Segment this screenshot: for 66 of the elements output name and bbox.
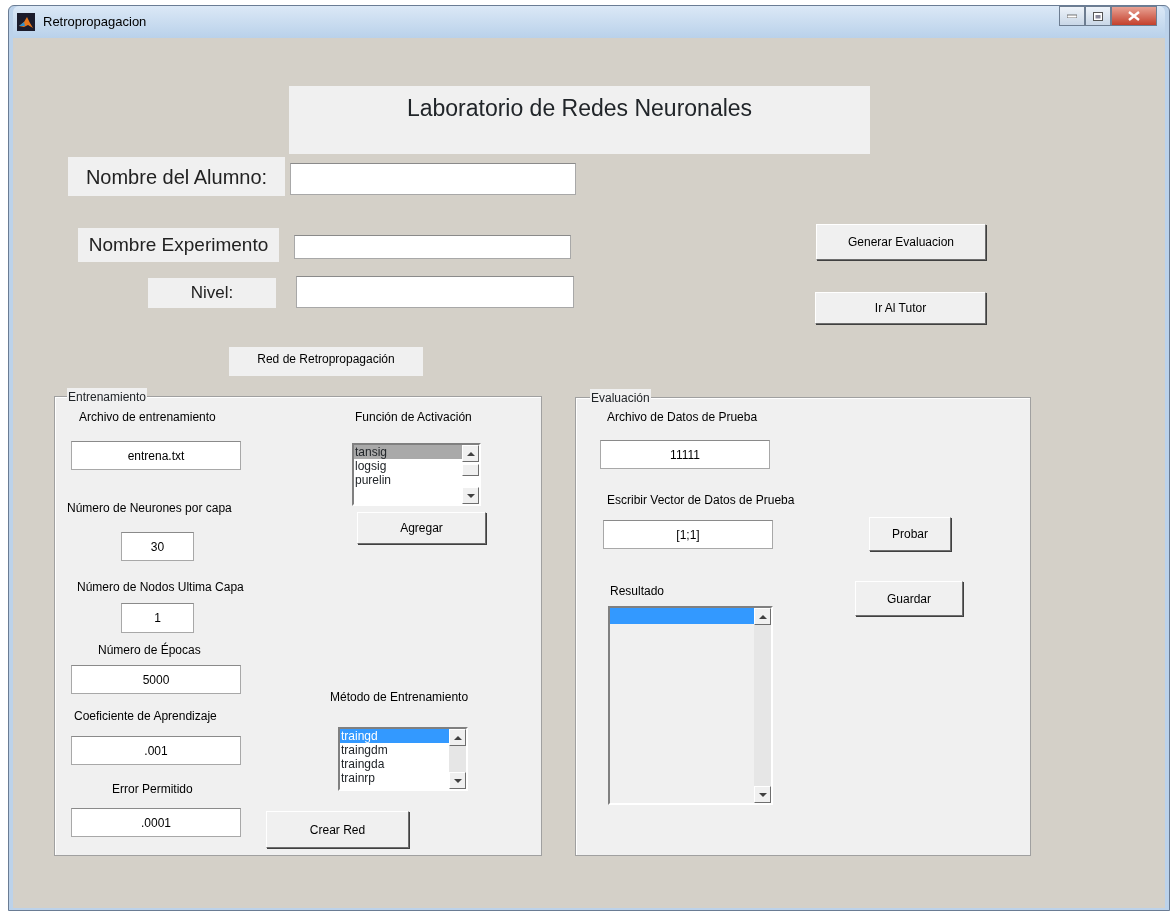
scroll-down-button[interactable]: [449, 772, 466, 789]
scroll-up-button[interactable]: [449, 729, 466, 746]
scroll-bar[interactable]: [449, 729, 466, 789]
scroll-thumb[interactable]: [462, 464, 479, 476]
field-label: Número de Épocas: [98, 641, 201, 659]
arrow-down-icon: [453, 778, 462, 783]
scroll-bar[interactable]: [462, 445, 479, 504]
field-label: Archivo de entrenamiento: [79, 409, 216, 426]
push-button[interactable]: Ir Al Tutor: [815, 292, 986, 324]
list-item[interactable]: trainrp: [340, 771, 449, 785]
arrow-up-icon: [758, 614, 767, 619]
scroll-down-button[interactable]: [462, 487, 479, 504]
arrow-up-icon: [466, 451, 475, 456]
close-icon: [1128, 11, 1140, 21]
input-field[interactable]: [290, 163, 576, 195]
minimize-button[interactable]: [1059, 6, 1085, 26]
input-field[interactable]: [1;1]: [603, 520, 773, 549]
input-field[interactable]: 11111: [600, 440, 770, 469]
input-field[interactable]: .0001: [71, 808, 241, 837]
list-item[interactable]: logsig: [354, 459, 462, 473]
field-label: Error Permitido: [112, 781, 193, 798]
field-label: Nivel:: [190, 282, 234, 305]
input-field[interactable]: entrena.txt: [71, 441, 241, 470]
field-label: Resultado: [610, 583, 665, 600]
field-label: Número de Nodos Ultima Capa: [77, 579, 244, 596]
field-label: Función de Activación: [355, 409, 472, 426]
close-button[interactable]: [1111, 6, 1157, 26]
list-box[interactable]: traingd traingdm traingda trainrp: [338, 727, 468, 791]
app-icon: [17, 13, 35, 31]
input-field[interactable]: .001: [71, 736, 241, 765]
list-item[interactable]: tansig: [354, 445, 462, 459]
list-item[interactable]: traingda: [340, 757, 449, 771]
field-label: Método de Entrenamiento: [330, 689, 469, 706]
list-item[interactable]: traingdm: [340, 743, 449, 757]
list-box[interactable]: [608, 606, 773, 805]
minimize-icon: [1067, 14, 1077, 18]
input-field[interactable]: [294, 235, 571, 259]
push-button[interactable]: Probar: [869, 517, 951, 551]
field-label: Escribir Vector de Datos de Prueba: [607, 492, 795, 509]
field-label: Nombre del Alumno:: [85, 164, 268, 190]
push-button[interactable]: Agregar: [357, 512, 486, 544]
arrow-up-icon: [453, 735, 462, 740]
window-title: Retropropagacion: [43, 13, 147, 32]
section-label: Red de Retropropagación: [257, 351, 395, 368]
push-button[interactable]: Generar Evaluacion: [816, 224, 986, 260]
maximize-icon: [1093, 11, 1103, 21]
input-field[interactable]: 5000: [71, 665, 241, 694]
scroll-bar[interactable]: [754, 608, 771, 803]
input-field[interactable]: [296, 276, 574, 308]
header-title: Laboratorio de Redes Neuronales: [406, 94, 753, 123]
scroll-up-button[interactable]: [462, 445, 479, 462]
input-field[interactable]: 1: [121, 603, 194, 633]
input-field[interactable]: 30: [121, 532, 194, 561]
field-label: Número de Neurones por capa: [67, 500, 232, 517]
push-button[interactable]: Guardar: [855, 581, 963, 616]
field-label: Nombre Experimento: [88, 232, 269, 257]
scroll-down-button[interactable]: [754, 786, 771, 803]
arrow-down-icon: [758, 792, 767, 797]
field-label: Archivo de Datos de Prueba: [607, 409, 758, 426]
list-item[interactable]: purelin: [354, 473, 462, 487]
list-box[interactable]: tansig logsig purelin: [352, 443, 481, 506]
scroll-up-button[interactable]: [754, 608, 771, 625]
arrow-down-icon: [466, 493, 475, 498]
field-label: Coeficiente de Aprendizaje: [74, 708, 217, 725]
maximize-button[interactable]: [1085, 6, 1111, 26]
push-button[interactable]: Crear Red: [266, 811, 409, 848]
